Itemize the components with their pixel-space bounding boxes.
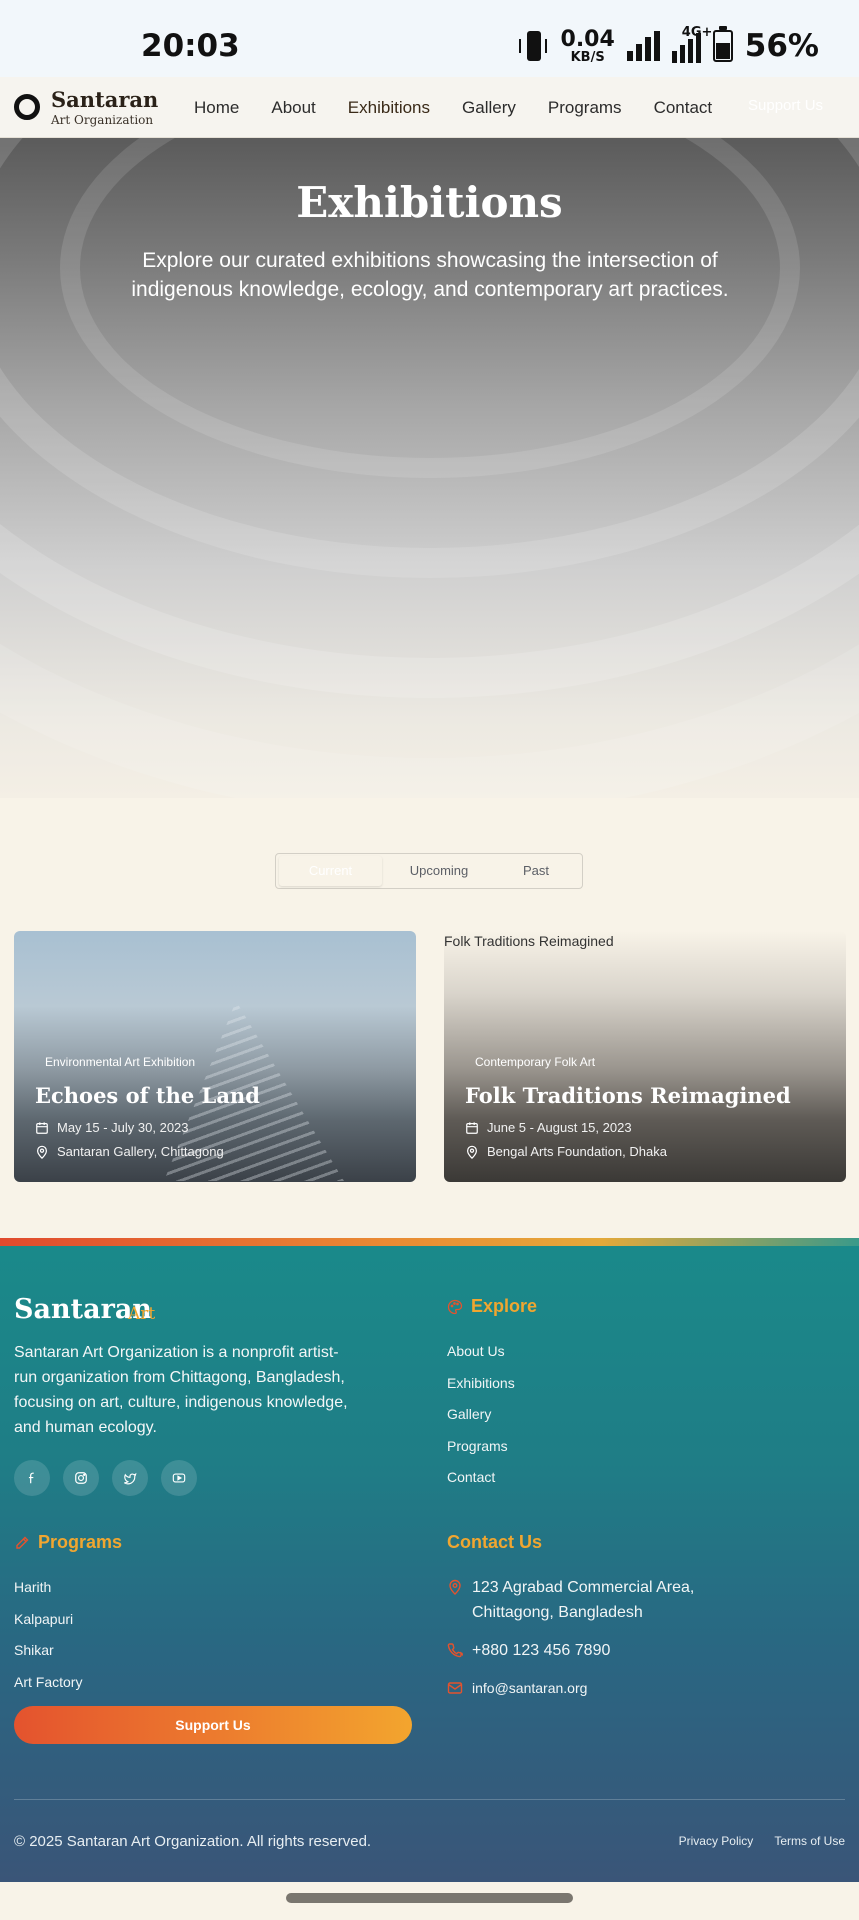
twitter-icon[interactable]	[112, 1460, 148, 1496]
hero-subtitle: Explore our curated exhibitions showcasi…	[131, 249, 729, 301]
map-pin-icon	[467, 1145, 477, 1159]
logo-name[interactable]: Santaran	[51, 87, 158, 112]
exhibition-card[interactable]: Folk Traditions Reimagined Contemporary …	[444, 931, 846, 1182]
network-type: 4G+	[681, 25, 713, 40]
network-speed: 0.04 KB/S	[560, 26, 615, 65]
footer-phone: +880 123 456 7890	[447, 1638, 610, 1663]
exhibition-title[interactable]: Folk Traditions Reimagined	[465, 1083, 791, 1108]
exhibition-location: Bengal Arts Foundation, Dhaka	[465, 1144, 667, 1159]
exhibition-dates-text: May 15 - July 30, 2023	[57, 1120, 189, 1135]
footer-address: 123 Agrabad Commercial Area, Chittagong,…	[447, 1575, 747, 1625]
exhibition-card[interactable]: Environmental Art Exhibition Echoes of t…	[14, 931, 416, 1182]
footer-program-art-factory[interactable]: Art Factory	[14, 1674, 82, 1706]
site-nav: Santaran Art Organization Home About Exh…	[0, 77, 859, 138]
exhibition-image-alt-text: Folk Traditions Reimagined	[444, 933, 614, 949]
nav-support-button[interactable]: Support Us	[748, 97, 823, 114]
mail-icon	[447, 1682, 463, 1694]
exhibition-tabs: Current Upcoming Past	[275, 853, 583, 889]
instagram-icon[interactable]	[63, 1460, 99, 1496]
footer-copyright: © 2025 Santaran Art Organization. All ri…	[14, 1833, 372, 1850]
exhibition-dates: May 15 - July 30, 2023	[35, 1120, 189, 1135]
nav-link-about[interactable]: About	[271, 98, 315, 118]
footer-divider	[14, 1799, 845, 1800]
exhibition-dates: June 5 - August 15, 2023	[465, 1120, 632, 1135]
exhibition-tag: Contemporary Folk Art	[475, 1055, 596, 1069]
battery-percent: 56%	[744, 28, 819, 64]
footer-program-shikar[interactable]: Shikar	[14, 1642, 82, 1674]
tab-current[interactable]: Current	[279, 856, 382, 886]
exhibition-location-text: Bengal Arts Foundation, Dhaka	[487, 1144, 667, 1159]
site-footer: Santaran Art Santaran Art Organization i…	[0, 1238, 859, 1882]
status-time: 20:03	[141, 28, 240, 64]
palette-icon	[447, 1299, 463, 1314]
nav-link-programs[interactable]: Programs	[548, 98, 622, 118]
terms-of-use-link[interactable]: Terms of Use	[774, 1834, 845, 1848]
signal-icon	[626, 31, 660, 61]
footer-email: info@santaran.org	[447, 1676, 587, 1701]
tab-upcoming[interactable]: Upcoming	[382, 856, 496, 886]
exhibition-location-text: Santaran Gallery, Chittagong	[57, 1144, 224, 1159]
status-bar: 20:03 0.04 KB/S 4G+ 56%	[0, 0, 859, 77]
nav-link-gallery[interactable]: Gallery	[462, 98, 516, 118]
phone-icon	[447, 1643, 463, 1658]
nav-link-home[interactable]: Home	[194, 98, 239, 118]
footer-program-harith[interactable]: Harith	[14, 1579, 82, 1611]
hero-banner: Exhibitions Explore our curated exhibiti…	[0, 138, 859, 798]
page-title: Exhibitions	[296, 178, 563, 227]
footer-contact-heading: Contact Us	[447, 1532, 542, 1553]
footer-link-exhibitions[interactable]: Exhibitions	[447, 1375, 515, 1407]
footer-programs-list: Harith Kalpapuri Shikar Art Factory	[14, 1579, 82, 1705]
social-links	[14, 1460, 197, 1496]
footer-program-kalpapuri[interactable]: Kalpapuri	[14, 1611, 82, 1643]
footer-link-gallery[interactable]: Gallery	[447, 1406, 515, 1438]
footer-brand-accent: Art	[128, 1304, 156, 1324]
footer-programs-heading-text: Programs	[38, 1532, 123, 1552]
footer-link-programs[interactable]: Programs	[447, 1438, 515, 1470]
exhibition-title[interactable]: Echoes of the Land	[35, 1083, 260, 1108]
logo-subtitle: Art Organization	[51, 113, 154, 127]
nav-links: Home About Exhibitions Gallery Programs …	[194, 77, 744, 138]
footer-contact-heading-text: Contact Us	[447, 1532, 543, 1552]
footer-phone-text[interactable]: +880 123 456 7890	[472, 1638, 610, 1663]
footer-legal-links: Privacy Policy Terms of Use	[679, 1834, 845, 1848]
nav-link-contact[interactable]: Contact	[654, 98, 713, 118]
home-indicator[interactable]	[286, 1893, 573, 1903]
exhibition-dates-text: June 5 - August 15, 2023	[487, 1120, 632, 1135]
pencil-icon	[16, 1536, 29, 1549]
vibrate-icon	[518, 29, 549, 63]
privacy-policy-link[interactable]: Privacy Policy	[679, 1834, 754, 1848]
footer-description: Santaran Art Organization is a nonprofit…	[14, 1344, 348, 1436]
footer-explore-heading-text: Explore	[471, 1296, 538, 1316]
footer-link-about-us[interactable]: About Us	[447, 1343, 515, 1375]
footer-accent-stripe	[0, 1238, 859, 1246]
battery-icon	[712, 26, 733, 62]
footer-programs-heading: Programs	[14, 1532, 122, 1553]
map-pin-icon	[37, 1145, 47, 1159]
nav-link-exhibitions[interactable]: Exhibitions	[348, 98, 430, 118]
network-speed-unit: KB/S	[570, 49, 605, 65]
footer-explore-list: About Us Exhibitions Gallery Programs Co…	[447, 1343, 515, 1501]
exhibition-location: Santaran Gallery, Chittagong	[35, 1144, 224, 1159]
status-icons: 0.04 KB/S 4G+ 56%	[518, 25, 819, 66]
footer-explore-heading: Explore	[447, 1296, 537, 1317]
map-pin-icon	[449, 1579, 461, 1595]
footer-link-contact[interactable]: Contact	[447, 1469, 515, 1501]
calendar-icon	[466, 1121, 478, 1134]
facebook-icon[interactable]	[14, 1460, 50, 1496]
mobile-data-icon: 4G+	[671, 25, 712, 63]
footer-support-button[interactable]: Support Us	[14, 1706, 412, 1744]
footer-address-text: 123 Agrabad Commercial Area, Chittagong,…	[472, 1579, 695, 1621]
exhibition-tag: Environmental Art Exhibition	[45, 1055, 196, 1069]
calendar-icon	[36, 1121, 48, 1134]
network-speed-value: 0.04	[560, 26, 615, 52]
tab-past[interactable]: Past	[496, 856, 576, 886]
youtube-icon[interactable]	[161, 1460, 197, 1496]
logo-icon[interactable]	[14, 94, 40, 120]
footer-email-text[interactable]: info@santaran.org	[472, 1676, 587, 1701]
